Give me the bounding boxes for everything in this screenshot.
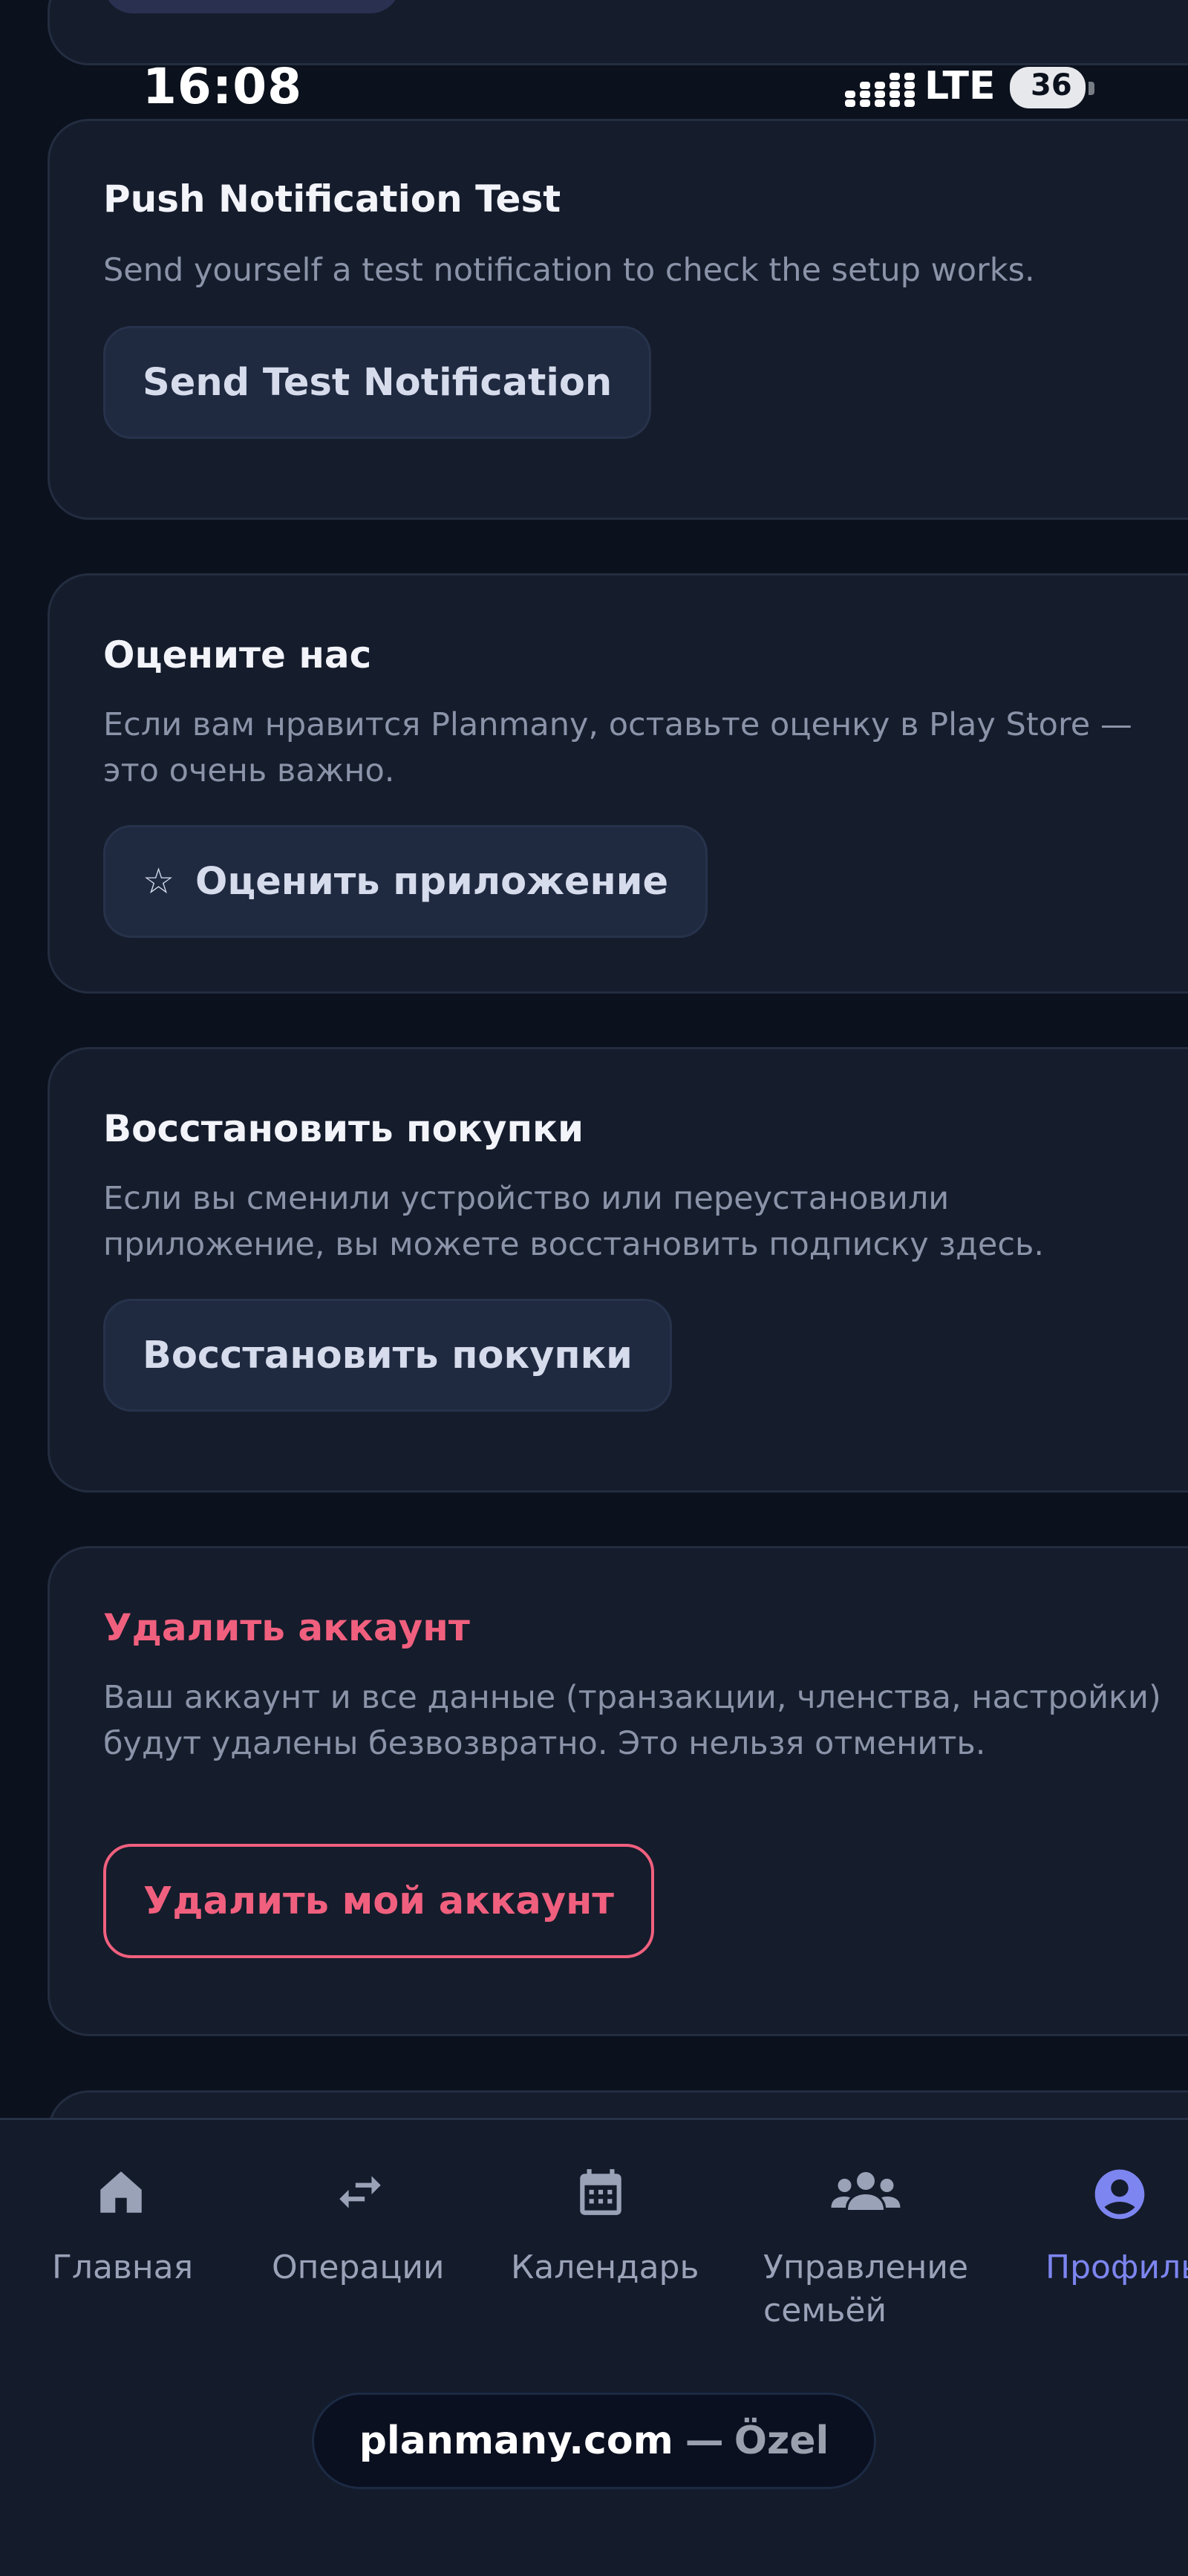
restore-purchases-button[interactable]: Восстановить покупки [103,1299,672,1412]
home-icon [100,2171,142,2213]
push-test-description: Send yourself a test notification to che… [103,252,1035,289]
nav-label-family: Управление семьёй [763,2249,969,2329]
url-host: planmany.com [359,2419,673,2463]
nav-label-profile: Профиль [1045,2249,1188,2286]
network-type: LTE [924,64,996,108]
rate-us-card: Оцените нас Если вам нравится Planmany, … [48,573,1188,994]
restore-purchases-title: Восстановить покупки [103,1107,584,1150]
delete-account-label: Удалить мой аккаунт [143,1879,614,1923]
delete-account-button[interactable]: Удалить мой аккаунт [103,1844,654,1958]
send-test-notification-label: Send Test Notification [143,360,613,405]
battery-level: 36 [1031,68,1072,102]
delete-account-title: Удалить аккаунт [103,1606,470,1649]
group-icon [831,2172,901,2210]
nav-label-home: Главная [52,2249,194,2286]
app-screen: 16:08 LTE 36 Push Notification Test Send… [0,0,1188,2576]
battery-cap [1089,82,1094,95]
restore-purchases-label: Восстановить покупки [143,1333,633,1377]
rate-app-button[interactable]: ☆ Оценить приложение [103,825,708,938]
previous-card-button[interactable] [103,0,400,13]
calendar-icon [580,2169,621,2215]
rate-app-label: Оценить приложение [195,859,669,904]
restore-purchases-description: Если вы сменили устройство или переустан… [103,1180,1045,1263]
signal-strength-icon [845,73,915,107]
push-test-title: Push Notification Test [103,177,561,221]
browser-url-bar[interactable]: planmany.com — Özel [312,2393,876,2489]
url-separator: — [685,2419,724,2463]
profile-icon [1094,2169,1145,2220]
status-time: 16:08 [143,58,303,115]
delete-account-card: Удалить аккаунт Ваш аккаунт и все данные… [48,1546,1188,2036]
restore-purchases-card: Восстановить покупки Если вы сменили уст… [48,1047,1188,1493]
send-test-notification-button[interactable]: Send Test Notification [103,326,652,439]
push-test-card: Push Notification Test Send yourself a t… [48,119,1188,520]
bottom-nav: Главная Операции Календарь Управление се… [0,2118,1188,2576]
rate-us-title: Оцените нас [103,633,372,676]
delete-account-description: Ваш аккаунт и все данные (транзакции, чл… [103,1679,1161,1762]
nav-label-calendar: Календарь [511,2249,699,2286]
rate-us-description: Если вам нравится Planmany, оставьте оце… [103,706,1132,789]
battery-icon: 36 [1010,67,1086,108]
nav-label-operations: Операции [272,2249,445,2286]
url-private-tag: Özel [734,2419,829,2463]
swap-arrows-icon [339,2176,381,2208]
star-outline-icon: ☆ [143,861,175,902]
